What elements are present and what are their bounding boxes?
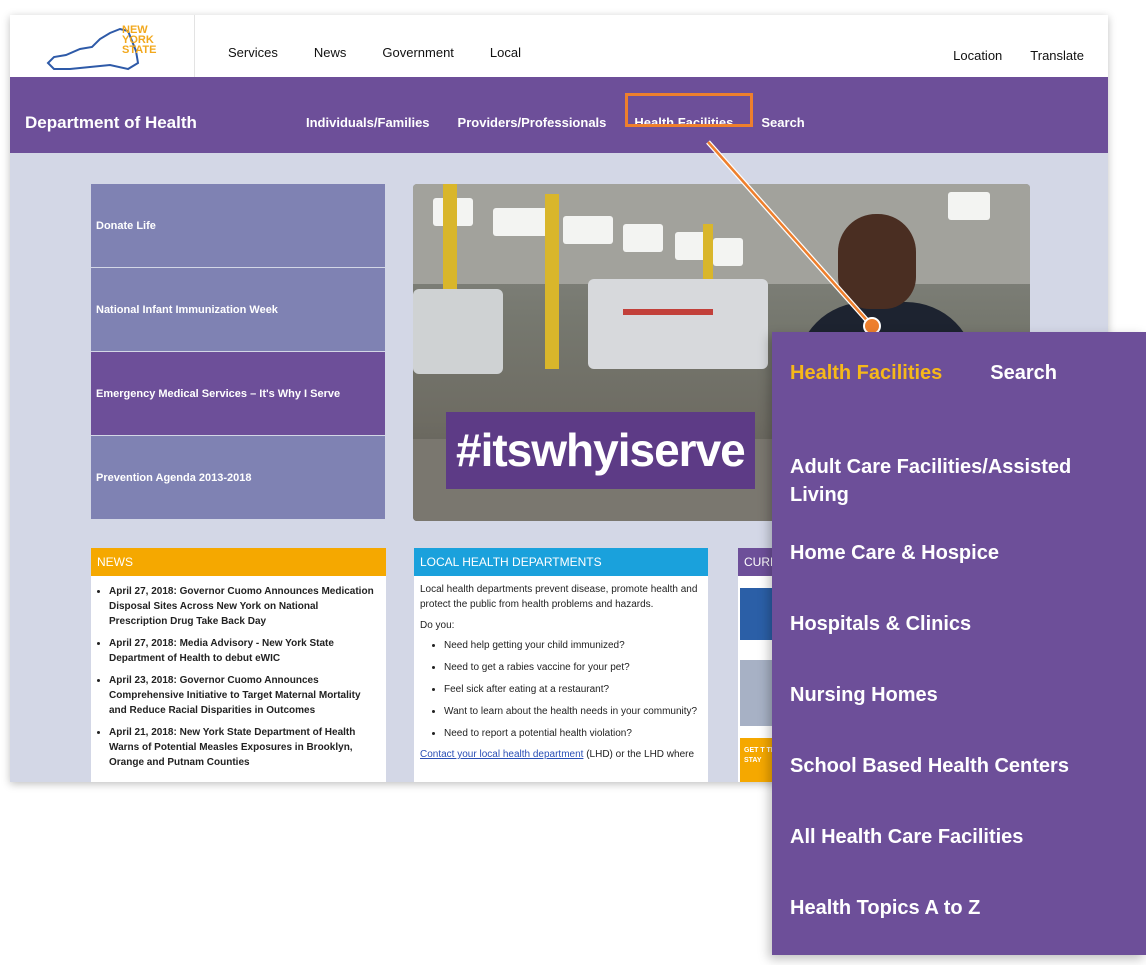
dropdown-tabs: Health Facilities Search	[790, 362, 1057, 385]
dropdown-menu-list: Adult Care Facilities/Assisted Living Ho…	[790, 453, 1130, 965]
dropdown-tab-search[interactable]: Search	[990, 362, 1057, 385]
menu-item-all-facilities[interactable]: All Health Care Facilities	[790, 823, 1130, 851]
menu-item-health-topics[interactable]: Health Topics A to Z	[790, 894, 1130, 922]
health-facilities-dropdown: Health Facilities Search Adult Care Faci…	[772, 332, 1146, 955]
connector-line	[707, 141, 873, 327]
menu-item-home-care[interactable]: Home Care & Hospice	[790, 539, 1130, 567]
menu-item-nursing-homes[interactable]: Nursing Homes	[790, 681, 1130, 709]
menu-item-school-health[interactable]: School Based Health Centers	[790, 752, 1130, 780]
menu-item-adult-care[interactable]: Adult Care Facilities/Assisted Living	[790, 453, 1130, 509]
menu-item-hospitals[interactable]: Hospitals & Clinics	[790, 610, 1130, 638]
dropdown-tab-health-facilities[interactable]: Health Facilities	[790, 362, 942, 385]
